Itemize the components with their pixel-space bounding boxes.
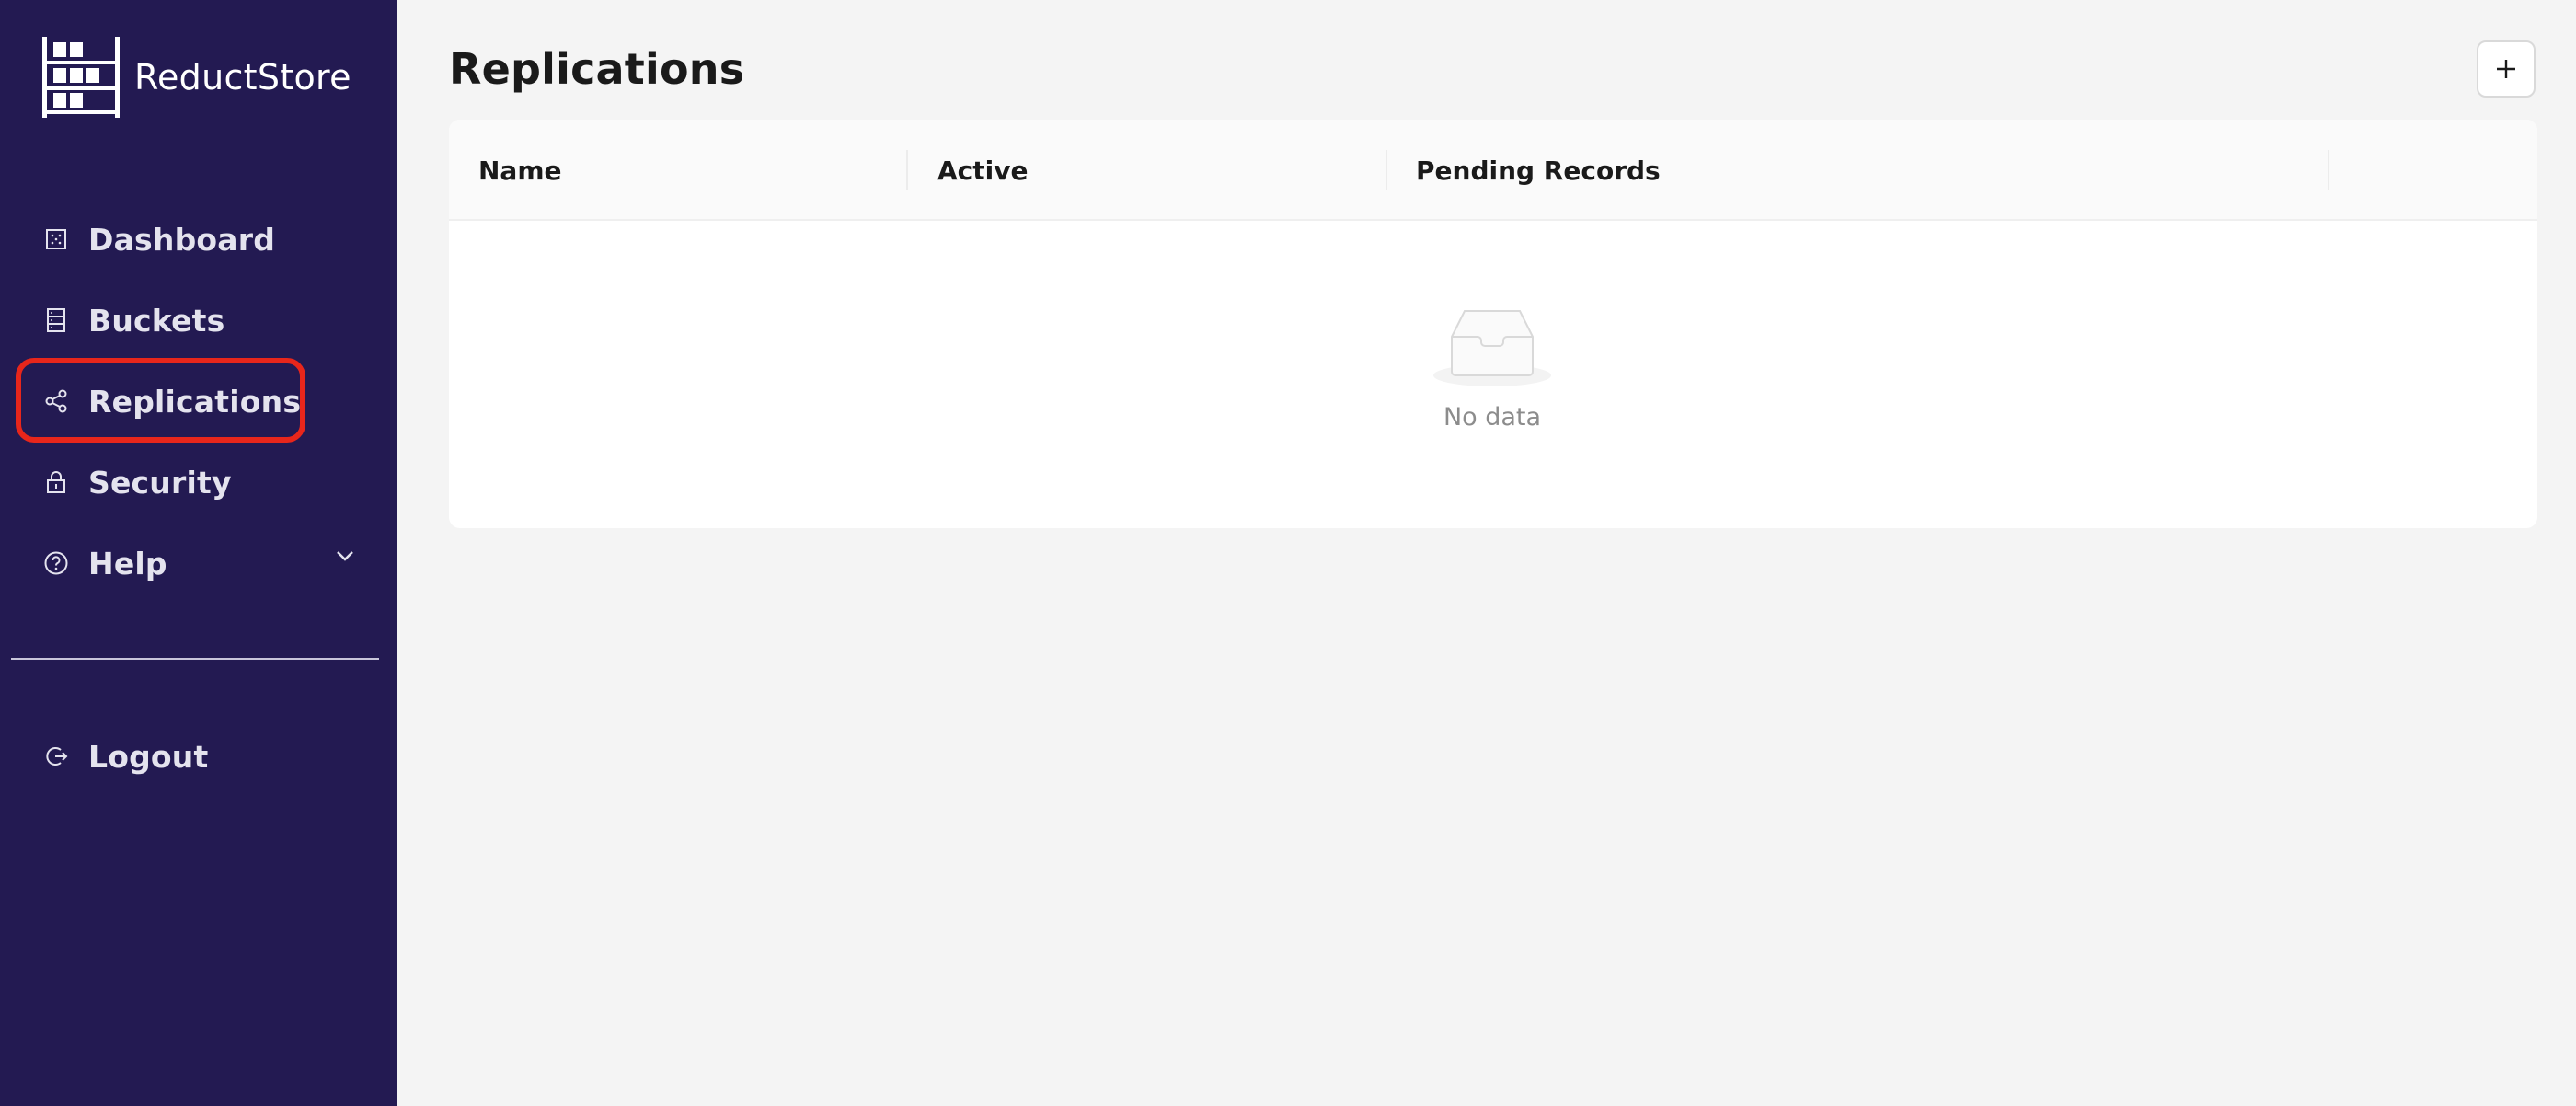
logout-button[interactable]: Logout [44, 729, 208, 784]
logout-label: Logout [88, 738, 209, 775]
logo-icon [42, 37, 120, 118]
sidebar: ReductStore Dashboard Buckets Replicatio… [0, 0, 397, 1106]
sidebar-item-label: Buckets [88, 302, 225, 339]
page-title: Replications [449, 44, 745, 94]
lock-icon [44, 470, 68, 494]
help-icon [44, 551, 68, 575]
column-separator [2328, 150, 2329, 190]
table-header: Name Active Pending Records [449, 120, 2537, 221]
sidebar-item-label: Help [88, 545, 167, 582]
chevron-down-icon[interactable] [335, 548, 355, 566]
plus-icon [2497, 60, 2515, 78]
sidebar-item-label: Dashboard [88, 221, 276, 258]
column-header-name[interactable]: Name [478, 120, 562, 221]
sidebar-divider [11, 658, 379, 660]
logo[interactable]: ReductStore [40, 37, 351, 118]
sidebar-item-dashboard[interactable]: Dashboard [44, 212, 275, 267]
empty-text: No data [1443, 403, 1542, 432]
sidebar-item-buckets[interactable]: Buckets [44, 293, 224, 348]
app-name: ReductStore [134, 57, 351, 98]
add-replication-button[interactable] [2477, 40, 2536, 98]
buckets-icon [44, 308, 68, 332]
sidebar-item-help[interactable]: Help [44, 536, 167, 591]
column-separator [1386, 150, 1387, 190]
column-header-active[interactable]: Active [937, 120, 1029, 221]
column-header-pending-records[interactable]: Pending Records [1416, 120, 1661, 221]
dashboard-icon [44, 227, 68, 251]
logout-icon [44, 744, 68, 768]
sidebar-item-label: Security [88, 464, 232, 501]
sidebar-item-security[interactable]: Security [44, 455, 232, 510]
empty-inbox-icon [1432, 307, 1553, 392]
column-separator [906, 150, 908, 190]
